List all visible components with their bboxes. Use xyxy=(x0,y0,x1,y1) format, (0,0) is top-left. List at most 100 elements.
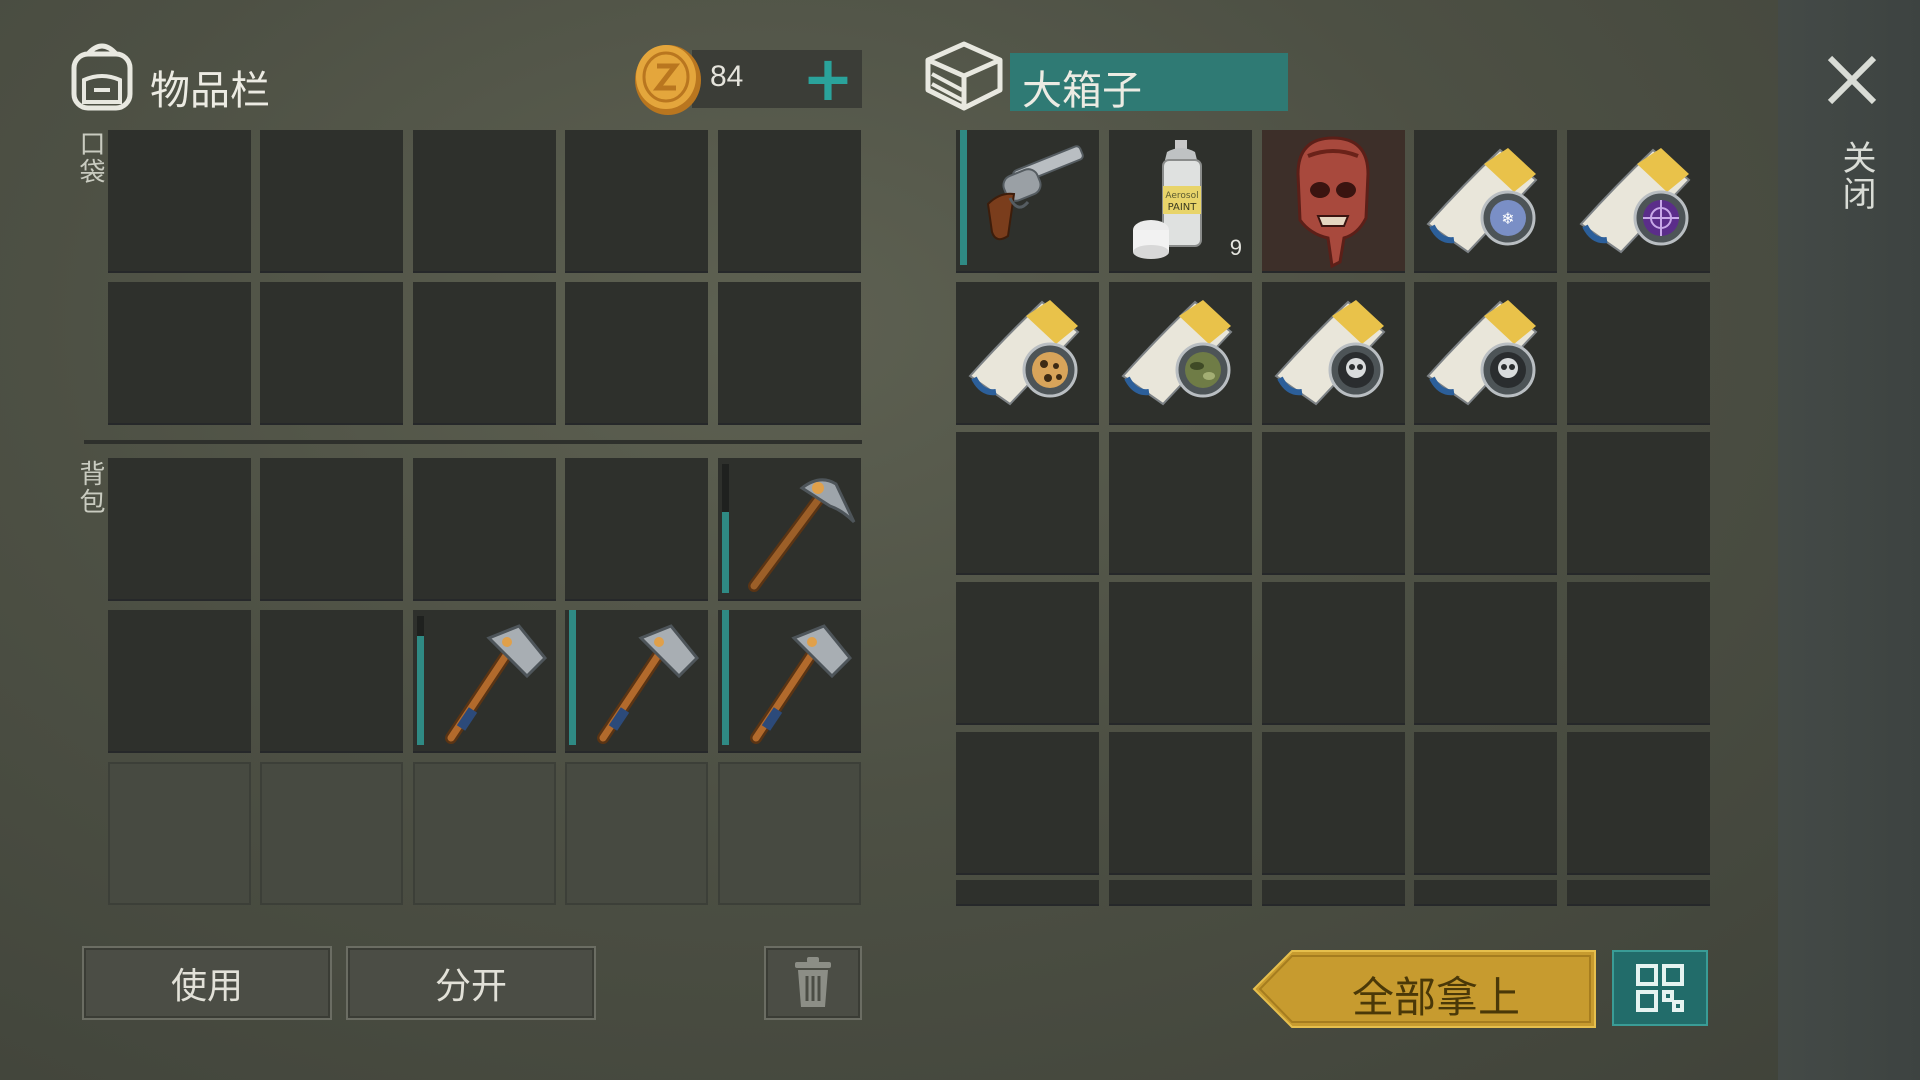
item-quantity: 9 xyxy=(1229,235,1242,260)
container-slot[interactable] xyxy=(1567,582,1710,725)
container-title-bar: 大箱子 xyxy=(1010,53,1288,114)
container-slot[interactable] xyxy=(1414,582,1557,725)
durability-bar xyxy=(569,610,576,745)
trash-button[interactable] xyxy=(764,946,862,1020)
close-button[interactable]: 关闭 xyxy=(1818,52,1886,232)
pocket-label: 口袋 xyxy=(75,130,105,186)
backpack-slot-pickaxe[interactable] xyxy=(718,458,861,601)
container-slot[interactable] xyxy=(1109,880,1252,906)
backpack-slot-hatchet[interactable] xyxy=(718,610,861,753)
container-slot[interactable] xyxy=(1567,432,1710,575)
container-slot[interactable] xyxy=(1109,732,1252,875)
container-slot-zombie-mask[interactable] xyxy=(1262,130,1405,273)
backpack-slot[interactable] xyxy=(108,610,251,753)
backpack-label: 背包 xyxy=(75,460,105,516)
pocket-slot[interactable] xyxy=(260,130,403,273)
container-slot-revolver[interactable] xyxy=(956,130,1099,273)
backpack-slot-hatchet[interactable] xyxy=(565,610,708,753)
magazine-camo-icon xyxy=(1121,300,1233,406)
container-slot[interactable] xyxy=(1414,880,1557,906)
magazine-skull-icon xyxy=(1426,300,1538,406)
container-slot[interactable] xyxy=(1567,282,1710,425)
durability-bar xyxy=(960,130,967,265)
add-coins-button[interactable]: + xyxy=(802,42,854,115)
use-button[interactable]: 使用 xyxy=(82,946,332,1020)
pocket-slot[interactable] xyxy=(260,282,403,425)
pocket-slot[interactable] xyxy=(718,130,861,273)
backpack-slot[interactable] xyxy=(260,610,403,753)
backpack-slot[interactable] xyxy=(565,458,708,601)
container-slot[interactable] xyxy=(1414,432,1557,575)
coin-counter: 84 + xyxy=(692,42,862,115)
pocket-slot[interactable] xyxy=(565,282,708,425)
close-label: 关闭 xyxy=(1836,140,1876,212)
inventory-title: 物品栏 xyxy=(150,68,270,114)
container-slot[interactable] xyxy=(1567,880,1710,906)
container-slot-magazine-skull[interactable] xyxy=(1262,282,1405,425)
crate-icon xyxy=(922,38,1004,114)
pocket-slot[interactable] xyxy=(108,130,251,273)
container-slot-magazine-skull[interactable] xyxy=(1414,282,1557,425)
pocket-slot[interactable] xyxy=(718,282,861,425)
container-slot[interactable] xyxy=(1262,732,1405,875)
container-slot[interactable] xyxy=(956,880,1099,906)
coin-icon xyxy=(632,42,704,116)
hatchet-icon xyxy=(597,624,700,744)
backpack-slot[interactable] xyxy=(108,458,251,601)
container-slot[interactable] xyxy=(1262,582,1405,725)
container-slot-magazine-snowflake[interactable]: ❄ xyxy=(1414,130,1557,273)
split-button[interactable]: 分开 xyxy=(346,946,596,1020)
section-divider xyxy=(84,440,862,444)
durability-bar xyxy=(417,636,424,745)
locked-slot xyxy=(108,762,251,905)
container-slot[interactable] xyxy=(956,432,1099,575)
container-slot[interactable] xyxy=(956,732,1099,875)
zombie-mask-icon xyxy=(1296,136,1370,269)
sort-button[interactable] xyxy=(1612,950,1708,1026)
coin-count: 84 xyxy=(710,60,744,93)
backpack-icon xyxy=(66,36,138,112)
container-slot-magazine-leopard[interactable] xyxy=(956,282,1099,425)
container-slot[interactable] xyxy=(1109,432,1252,575)
durability-track xyxy=(722,464,729,518)
container-slot-magazine-camo[interactable] xyxy=(1109,282,1252,425)
container-slot[interactable] xyxy=(1567,732,1710,875)
svg-text:Aerosol: Aerosol xyxy=(1165,191,1198,201)
svg-text:PAINT: PAINT xyxy=(1168,202,1198,213)
hatchet-icon xyxy=(445,624,548,744)
backpack-slot[interactable] xyxy=(260,458,403,601)
container-slot-magazine-spiderweb[interactable] xyxy=(1567,130,1710,273)
magazine-skull-icon xyxy=(1274,300,1386,406)
pocket-slot[interactable] xyxy=(413,282,556,425)
container-slot[interactable] xyxy=(956,582,1099,725)
container-slot[interactable] xyxy=(1262,880,1405,906)
magazine-snowflake-icon: ❄ xyxy=(1426,148,1538,254)
durability-bar xyxy=(722,512,729,593)
locked-slot xyxy=(718,762,861,905)
locked-slot xyxy=(413,762,556,905)
durability-bar xyxy=(722,610,729,745)
backpack-slot[interactable] xyxy=(413,458,556,601)
locked-slot xyxy=(565,762,708,905)
backpack-slot-hatchet[interactable] xyxy=(413,610,556,753)
magazine-leopard-icon xyxy=(968,300,1080,406)
locked-slot xyxy=(260,762,403,905)
container-slot[interactable] xyxy=(1109,582,1252,725)
aerosol-paint-icon: Aerosol PAINT xyxy=(1133,140,1202,259)
sort-grid-icon xyxy=(1636,964,1684,1012)
close-x-icon xyxy=(1827,55,1877,105)
svg-text:❄: ❄ xyxy=(1501,209,1514,228)
trash-icon xyxy=(795,957,831,1007)
pocket-slot[interactable] xyxy=(413,130,556,273)
take-all-label: 全部拿上 xyxy=(1352,973,1521,1022)
container-slot[interactable] xyxy=(1262,432,1405,575)
container-slot[interactable] xyxy=(1414,732,1557,875)
pocket-slot[interactable] xyxy=(565,130,708,273)
pickaxe-icon xyxy=(748,478,856,592)
pocket-slot[interactable] xyxy=(108,282,251,425)
revolver-icon xyxy=(986,145,1084,241)
container-title: 大箱子 xyxy=(1022,68,1142,114)
take-all-button[interactable]: 全部拿上 xyxy=(1252,950,1596,1028)
container-slot-aerosol-paint[interactable]: Aerosol PAINT 9 xyxy=(1109,130,1252,273)
hatchet-icon xyxy=(750,624,853,744)
